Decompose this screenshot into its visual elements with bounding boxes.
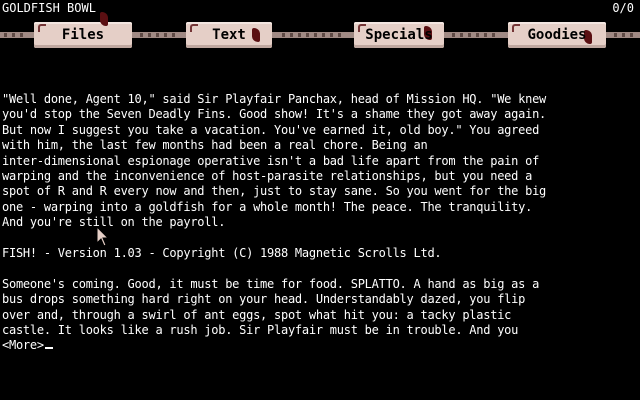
story-line: castle. It looks like a rush job. Sir Pl… [2,323,519,338]
story-line: one - warping into a goldfish for a whol… [2,199,533,214]
story-line: "Well done, Agent 10," said Sir Playfair… [2,92,547,106]
frill-icon [38,24,46,32]
story-line: But now I suggest you take a vacation. Y… [2,122,540,137]
status-bar: GOLDFISH BOWL 0/0 [0,0,640,18]
menu-bar: Files Text Specials Goodies [0,12,640,52]
story-line: warping and the inconvenience of host-pa… [2,169,533,184]
story-line: bus drops something hard right on your h… [2,292,526,307]
story-line: Someone's coming. Good, it must be time … [2,276,540,291]
story-line: over and, through a swirl of ant eggs, s… [2,307,512,322]
fin-icon [252,28,260,42]
menu-goodies-label: Goodies [527,27,587,43]
menu-files-label: Files [61,27,105,43]
more-prompt[interactable]: <More> [2,338,638,353]
fin-icon [100,12,108,26]
location-title: GOLDFISH BOWL [2,1,96,15]
frill-icon [512,24,520,32]
story-line: spot of R and R every now and then, just… [2,184,547,199]
menu-text-label: Text [212,27,246,43]
frill-icon [190,24,198,32]
story-line: with him, the last few months had been a… [2,138,428,153]
menu-files[interactable]: Files [34,22,132,48]
story-line: you'd stop the Seven Deadly Fins. Good s… [2,107,547,122]
version-line: FISH! - Version 1.03 - Copyright (C) 198… [2,246,442,261]
more-prompt-label: <More> [2,338,44,353]
menu-specials-label: Specials [365,27,433,43]
menu-specials[interactable]: Specials [354,22,444,48]
mouse-pointer-icon [96,226,110,247]
story-line: inter-dimensional espionage operative is… [2,153,540,168]
score-counter: 0/0 [612,1,634,15]
text-cursor [44,347,53,350]
